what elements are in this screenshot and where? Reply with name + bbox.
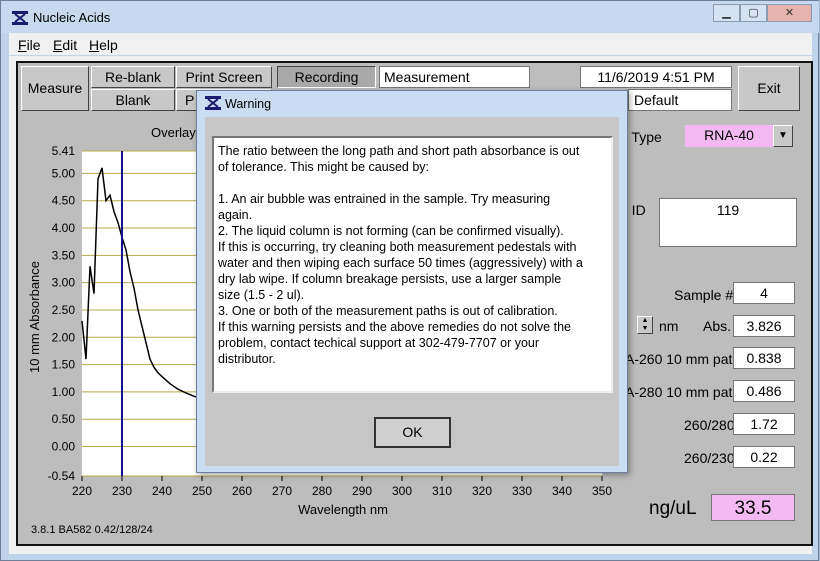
x-tick-label: 320	[472, 484, 492, 498]
x-tick-label: 330	[512, 484, 532, 498]
y-tick-label: 3.50	[52, 248, 76, 262]
menu-help[interactable]: Help	[89, 37, 118, 53]
status-field: Measurement complete	[379, 66, 530, 105]
x-tick-label: 300	[392, 484, 412, 498]
warning-message-line: water and then wiping each surface 50 ti…	[218, 256, 583, 270]
x-tick-label: 250	[192, 484, 212, 498]
ratio-260-230-value: 0.22	[733, 446, 795, 468]
y-tick-label: 1.50	[52, 358, 76, 372]
sample-number-field[interactable]: 4	[733, 282, 795, 304]
dialog-title: Warning	[225, 97, 272, 111]
warning-message-line: problem, contact techical support at 302…	[218, 336, 540, 350]
y-tick-label: 0.50	[52, 412, 76, 426]
maximize-button[interactable]: ▢	[740, 4, 767, 22]
warning-message-line: 2. The liquid column is not forming (can…	[218, 224, 564, 238]
warning-message-line: again.	[218, 208, 253, 222]
sample-number-label: Sample #	[674, 287, 734, 303]
y-tick-label: 2.00	[52, 330, 76, 344]
x-tick-label: 270	[272, 484, 292, 498]
concentration-value: 33.5	[711, 494, 795, 521]
sample-type-select[interactable]: RNA-40	[685, 125, 773, 147]
y-tick-label: 2.50	[52, 303, 76, 317]
minimize-button[interactable]: ▁	[713, 4, 740, 22]
x-tick-label: 220	[72, 484, 92, 498]
ratio-260-280-label: 260/280	[684, 417, 735, 433]
x-tick-label: 240	[152, 484, 172, 498]
y-tick-label: 0.00	[52, 440, 76, 454]
warning-dialog-icon	[205, 96, 221, 110]
exit-button[interactable]: Exit	[738, 66, 800, 111]
version-footer: 3.8.1 BA582 0.42/128/24	[31, 524, 153, 536]
nm-label: nm	[659, 318, 679, 334]
y-tick-label: -0.54	[48, 469, 76, 483]
x-tick-label: 310	[432, 484, 452, 498]
warning-message-line: 1. An air bubble was entrained in the sa…	[218, 192, 551, 206]
y-axis-label: 10 mm Absorbance	[27, 261, 42, 373]
y-tick-label: 4.50	[52, 194, 76, 208]
ratio-260-230-label: 260/230	[684, 450, 735, 466]
y-tick-label: 5.41	[52, 144, 76, 158]
warning-message-line: If this warning persists and the above r…	[218, 320, 571, 334]
warning-message-line: If this is occurring, try cleaning both …	[218, 240, 577, 254]
concentration-label: ng/uL	[649, 498, 697, 519]
warning-message-line: dry lab wipe. If column breakage persist…	[218, 272, 562, 286]
chevron-down-icon[interactable]: ▼	[773, 125, 793, 147]
a280-value: 0.486	[733, 380, 795, 402]
ok-button[interactable]: OK	[374, 417, 451, 448]
x-tick-label: 230	[112, 484, 132, 498]
x-axis-label: Wavelength nm	[298, 502, 388, 517]
warning-message-line: The ratio between the long path and shor…	[218, 144, 580, 158]
window-title: Nucleic Acids	[33, 10, 111, 25]
app-icon	[12, 11, 28, 25]
sample-id-field[interactable]: 119	[659, 198, 797, 247]
profile-field: Default	[628, 89, 732, 111]
y-tick-label: 1.00	[52, 385, 76, 399]
menu-bar: File Edit Help	[9, 33, 812, 55]
a280-label: A-280 10 mm path	[625, 384, 741, 400]
x-tick-label: 260	[232, 484, 252, 498]
y-tick-label: 3.00	[52, 276, 76, 290]
a260-value: 0.838	[733, 347, 795, 369]
ratio-260-280-value: 1.72	[733, 413, 795, 435]
reblank-button[interactable]: Re-blank	[91, 66, 175, 88]
x-tick-label: 290	[352, 484, 372, 498]
print-screen-button[interactable]: Print Screen	[176, 66, 272, 88]
warning-message-box: The ratio between the long path and shor…	[212, 136, 613, 393]
y-tick-label: 5.00	[52, 166, 76, 180]
recording-button[interactable]: Recording	[277, 66, 376, 88]
blank-button[interactable]: Blank	[91, 89, 175, 111]
warning-message-line: distributor.	[218, 352, 276, 366]
x-tick-label: 340	[552, 484, 572, 498]
wavelength-spinner[interactable]: ▲ ▼	[637, 316, 653, 334]
warning-message-line: size (1.5 - 2 ul).	[218, 288, 305, 302]
x-tick-label: 350	[592, 484, 612, 498]
close-button[interactable]: ✕	[767, 4, 812, 22]
abs-label: Abs.	[703, 318, 732, 334]
menu-edit[interactable]: Edit	[53, 37, 77, 53]
title-bar[interactable]	[1, 1, 819, 33]
x-tick-label: 280	[312, 484, 332, 498]
chart-title: Overlay	[151, 125, 196, 140]
abs-value: 3.826	[733, 315, 795, 337]
warning-message-line: of tolerance. This might be caused by:	[218, 160, 429, 174]
warning-message-line: 3. One or both of the measurement paths …	[218, 304, 558, 318]
menu-file[interactable]: File	[18, 37, 41, 53]
y-tick-label: 4.00	[52, 221, 76, 235]
measure-button[interactable]: Measure	[21, 66, 89, 111]
datetime-field: 11/6/2019 4:51 PM	[580, 66, 732, 88]
a260-label: A-260 10 mm path	[625, 351, 741, 367]
